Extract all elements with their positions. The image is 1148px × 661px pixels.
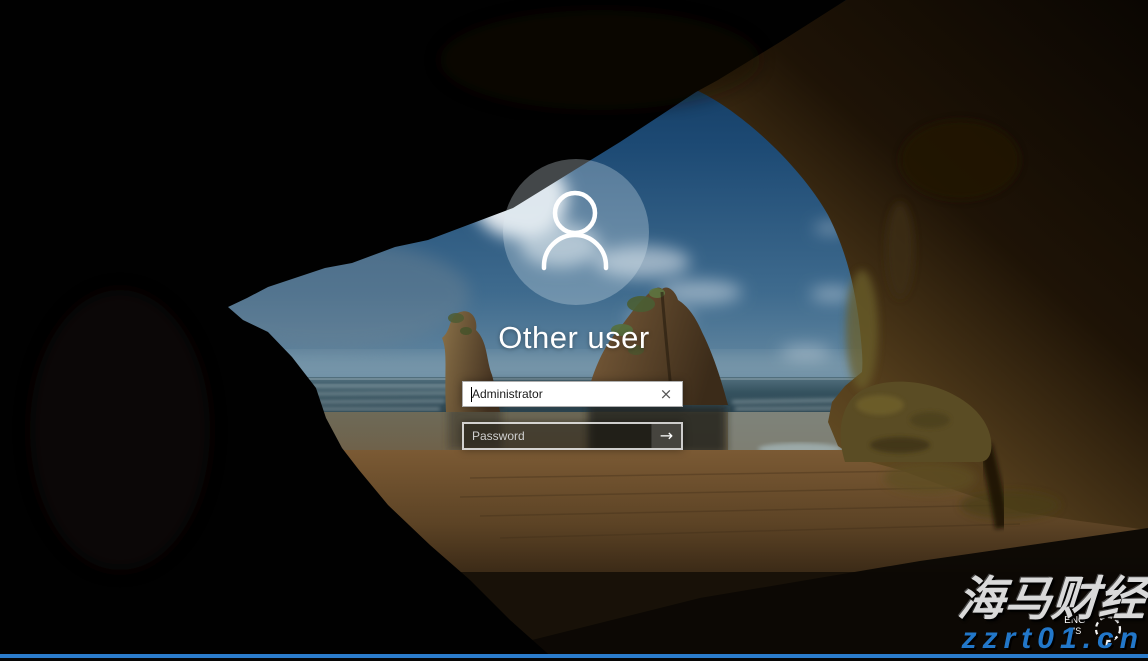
other-user-label: Other user [374,320,774,356]
person-silhouette-icon [503,159,649,305]
clear-username-button[interactable]: × [656,383,676,405]
username-field[interactable]: × [462,381,683,407]
windows-login-screen: Other user × → ENG US 海马财经 zzrt01.cn [0,0,1148,661]
watermark-site-url: zzrt01.cn [962,622,1144,656]
password-input[interactable] [464,424,651,448]
user-avatar[interactable] [503,159,649,305]
username-input[interactable] [472,382,652,406]
sign-in-button[interactable]: → [651,424,681,448]
password-field[interactable]: → [462,422,683,450]
close-icon: × [660,385,673,403]
submit-arrow-icon: → [660,426,673,445]
watermark-title: 海马财经 [956,560,1148,629]
